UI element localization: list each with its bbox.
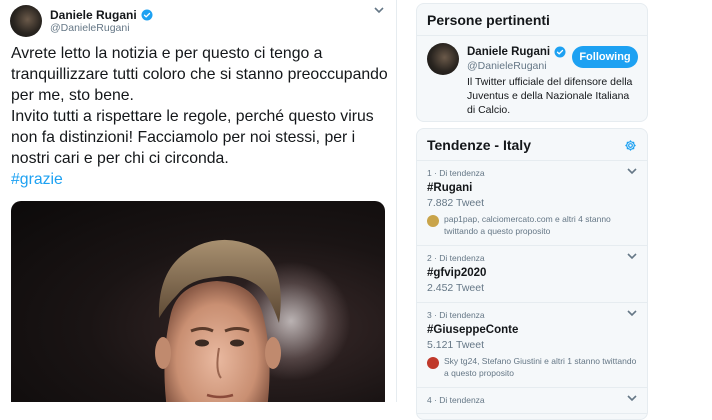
tweet-text-paragraph: Avrete letto la notizia e per questo ci … <box>11 45 388 104</box>
trends-header: Tendenze - Italy <box>417 129 647 161</box>
related-account-avatar-icon <box>427 357 439 369</box>
trend-item[interactable]: 4 · Di tendenza <box>417 388 647 414</box>
chevron-down-icon[interactable] <box>374 6 384 17</box>
trend-related-accounts: pap1pap, calciomercato.com e altri 4 sta… <box>427 214 637 237</box>
trend-tweet-count: 5.121 Tweet <box>427 339 485 351</box>
related-people-card: Persone pertinenti Daniele Rugani @Danie… <box>416 3 648 122</box>
tweet-photo[interactable] <box>11 201 385 402</box>
trend-meta: 1 · Di tendenza <box>427 168 485 178</box>
trends-card: Tendenze - Italy 1 · Di tendenza #Rugani… <box>416 128 648 420</box>
related-people-title: Persone pertinenti <box>417 4 647 36</box>
trend-hashtag[interactable]: #gfvip2020 <box>427 267 637 279</box>
trend-related-text: Sky tg24, Stefano Giustini e altri 1 sta… <box>444 356 637 378</box>
related-person-handle[interactable]: @DanieleRugani <box>467 60 547 72</box>
chevron-down-icon[interactable] <box>627 167 637 178</box>
trend-related-text: pap1pap, calciomercato.com e altri 4 sta… <box>444 214 611 236</box>
tweet-author-name[interactable]: Daniele Rugani <box>50 8 137 22</box>
gear-icon[interactable] <box>624 139 637 152</box>
trend-meta: 4 · Di tendenza <box>427 395 485 405</box>
trends-title: Tendenze - Italy <box>427 137 531 153</box>
related-account-avatar-icon <box>427 215 439 227</box>
trend-tweet-count: 7.882 Tweet <box>427 197 485 209</box>
tweet-hashtag-link[interactable]: #grazie <box>11 171 63 188</box>
trend-meta: 2 · Di tendenza <box>427 253 485 263</box>
trend-item[interactable]: 1 · Di tendenza #Rugani 7.882 Tweet pap1… <box>417 161 647 246</box>
chevron-down-icon[interactable] <box>627 252 637 263</box>
right-sidebar: Persone pertinenti Daniele Rugani @Danie… <box>404 0 712 420</box>
trend-related-accounts: Sky tg24, Stefano Giustini e altri 1 sta… <box>427 356 637 379</box>
chevron-down-icon[interactable] <box>627 394 637 405</box>
verified-badge-icon <box>141 9 153 21</box>
tweet: Daniele Rugani @DanieleRugani Avrete let… <box>0 0 397 402</box>
chevron-down-icon[interactable] <box>627 309 637 320</box>
related-person-avatar[interactable] <box>427 43 459 75</box>
related-person-name-row[interactable]: Daniele Rugani <box>467 46 566 58</box>
tweet-text: Avrete letto la notizia e per questo ci … <box>11 43 389 190</box>
related-person-bio: Il Twitter ufficiale del difensore della… <box>467 76 633 116</box>
tweet-author-handle[interactable]: @DanieleRugani <box>50 22 130 34</box>
tweet-text-paragraph: Invito tutti a rispettare le regole, per… <box>11 108 374 167</box>
tweet-author-name-row[interactable]: Daniele Rugani <box>50 8 153 22</box>
tweet-author-avatar[interactable] <box>10 5 42 37</box>
player-portrait <box>155 239 281 402</box>
trend-hashtag[interactable]: #GiuseppeConte <box>427 324 637 336</box>
related-person-name[interactable]: Daniele Rugani <box>467 46 550 58</box>
trend-meta: 3 · Di tendenza <box>427 310 485 320</box>
trend-item[interactable]: 2 · Di tendenza #gfvip2020 2.452 Tweet <box>417 246 647 303</box>
following-button[interactable]: Following <box>572 46 638 68</box>
trend-tweet-count: 2.452 Tweet <box>427 282 485 294</box>
trend-item[interactable]: 3 · Di tendenza #GiuseppeConte 5.121 Twe… <box>417 303 647 388</box>
verified-badge-icon <box>554 46 566 58</box>
trend-hashtag[interactable]: #Rugani <box>427 182 637 194</box>
